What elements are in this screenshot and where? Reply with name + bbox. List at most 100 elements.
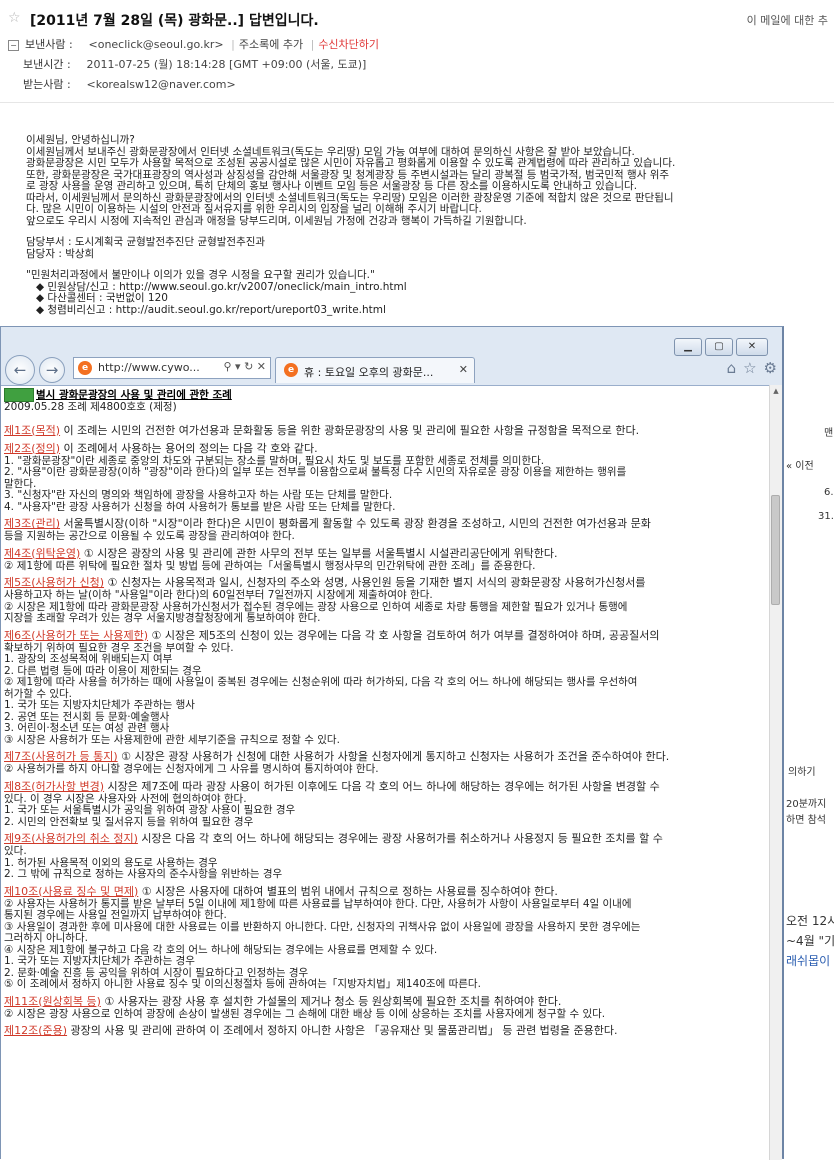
vertical-scrollbar[interactable]: ▲ [769, 385, 782, 1160]
article-first-line: 제7조(사용허가 등 통지) ① 시장은 광장 사용허가 신청에 대한 사용허가… [4, 749, 771, 764]
refresh-icon[interactable]: ↻ [244, 360, 253, 373]
address-bar[interactable]: e http://www.cywo... ⚲ ▾ ↻ ✕ [73, 357, 271, 379]
mail-body: 이세원님, 안녕하십니까? 이세원님께서 보내주신 광화문광장에서 인터넷 소셜… [26, 134, 826, 317]
time-row: 보낸시간 : 2011-07-25 (월) 18:14:28 [GMT +09:… [23, 56, 366, 74]
star-icon[interactable]: ☆ [8, 10, 21, 26]
scroll-up-icon[interactable]: ▲ [770, 385, 782, 397]
maximize-icon[interactable]: ▢ [705, 338, 733, 356]
side-fragment: ~4월 "기 [786, 934, 834, 948]
article-block: 제12조(준용) 광장의 사용 및 관리에 관하여 이 조례에서 정하지 아니한… [4, 1023, 771, 1038]
minimize-icon[interactable]: ▁ [674, 338, 702, 356]
bullet-line[interactable]: ◆ 청렴비리신고 : http://audit.seoul.go.kr/repo… [26, 304, 826, 317]
article-line: 3. 어린이·청소년 또는 여성 관련 행사 [4, 722, 170, 734]
article-block: 제3조(관리) 서울특별시장(이하 "시장"이라 한다)은 시민이 평화롭게 활… [4, 516, 771, 543]
article-text: ① 사용자는 광장 사용 후 설치한 가설물의 제거나 청소 등 원상회복에 필… [100, 994, 562, 1008]
tab-close-icon[interactable]: ✕ [459, 363, 468, 376]
article-title-link[interactable]: 제11조(원상회복 등) [4, 995, 101, 1008]
back-icon[interactable]: ← [5, 355, 35, 385]
mail-body-line: 이세원님, 안녕하십니까? [26, 134, 135, 146]
article-title-link[interactable]: 제7조(사용허가 등 통지) [4, 750, 118, 763]
doc-subtitle: 2009.05.28 조례 제4800호호 (제정) [4, 401, 177, 413]
favorites-star-icon[interactable]: ☆ [743, 359, 756, 377]
address-text[interactable]: http://www.cywo... [98, 361, 200, 374]
side-fragment: 20분까지 [786, 799, 827, 810]
sent-time: 2011-07-25 (월) 18:14:28 [GMT +09:00 (서울,… [86, 58, 367, 71]
doc-title-row: 별시 광화문광장의 사용 및 관리에 관한 조례 [4, 388, 771, 402]
article-text: 서울특별시장(이하 "시장"이라 한다)은 시민이 평화롭게 활동할 수 있도록… [60, 517, 651, 530]
dropdown-icon[interactable]: ▾ [235, 360, 241, 373]
gear-icon[interactable]: ⚙ [764, 359, 777, 377]
article-line: ③ 시장은 사용허가 또는 사용제한에 관한 세부기준을 규칙으로 정할 수 있… [4, 733, 340, 746]
tab-favicon: e [284, 363, 298, 377]
doc-title: 별시 광화문광장의 사용 및 관리에 관한 조례 [36, 389, 232, 401]
forward-icon[interactable]: → [39, 357, 65, 383]
side-fragment: 6. [824, 487, 834, 498]
article-line: 1. 광장의 조성목적에 위배되는지 여부 [4, 653, 173, 665]
article-title-link[interactable]: 제5조(사용허가 신청) [4, 576, 104, 589]
article-block: 제2조(정의) 이 조례에서 사용하는 용어의 정의는 다음 각 호와 같다. 1… [4, 441, 771, 514]
article-first-line: 제9조(사용허가의 취소 정지) 시장은 다음 각 호의 어느 하나에 해당되는… [4, 831, 771, 846]
block-sender-link[interactable]: 수신차단하기 [318, 38, 379, 51]
article-text: ① 신청자는 사용목적과 일시, 신청자의 주소와 성명, 사용인원 등을 기재… [104, 576, 646, 589]
subject-row: ☆ [2011년 7월 28일 (목) 광화문..] 답변입니다. 이 메일에 … [8, 9, 828, 31]
article-block: 제5조(사용허가 신청) ① 신청자는 사용목적과 일시, 신청자의 주소와 성… [4, 575, 771, 625]
side-fragment: 맨 [824, 428, 834, 439]
article-title-link[interactable]: 제2조(정의) [4, 442, 60, 455]
address-buttons: ⚲ ▾ ↻ ✕ [223, 360, 266, 373]
article-title-link[interactable]: 제10조(사용료 징수 및 면제) [4, 885, 138, 898]
sender-row: − 보낸사람 : <oneclick@seoul.go.kr> | 주소록에 추가 … [8, 36, 379, 54]
mail-body-line: 로 광장 사용을 운영 관리하고 있으며, 특히 단체의 홍보 행사나 이벤트 … [26, 180, 638, 192]
article-title-link[interactable]: 제9조(사용허가의 취소 정지) [4, 832, 138, 845]
navigation-bar: ← → e http://www.cywo... ⚲ ▾ ↻ ✕ e 휴 : 토… [1, 355, 783, 387]
article-text: 시장은 다음 각 호의 어느 하나에 해당되는 경우에는 광장 사용허가를 취소… [137, 832, 663, 845]
close-icon[interactable]: ✕ [736, 338, 768, 356]
article-line: 등을 지원하는 공간으로 이용될 수 있도록 광장을 관리하여야 한다. [4, 530, 295, 542]
tab-active[interactable]: e 휴 : 토요일 오후의 광화문... ✕ [275, 357, 475, 383]
article-text: 시장은 제7조에 따라 광장 사용이 허가된 이후에도 다음 각 호의 어느 하… [104, 779, 660, 793]
article-title-link[interactable]: 제4조(위탁운영) [4, 547, 80, 560]
article-block: 제11조(원상회복 등) ① 사용자는 광장 사용 후 설치한 가설물의 제거나… [4, 994, 771, 1021]
article-title-link[interactable]: 제8조(허가사항 변경) [4, 780, 104, 793]
article-first-line: 제12조(준용) 광장의 사용 및 관리에 관하여 이 조례에서 정하지 아니한… [4, 1023, 771, 1038]
time-label: 보낸시간 : [23, 58, 71, 71]
article-title-link[interactable]: 제1조(목적) [4, 424, 60, 437]
article-text: 이 조례는 시민의 건전한 여가선용과 문화활동 등을 위한 광화문광장의 사용… [60, 423, 640, 437]
page-content: 별시 광화문광장의 사용 및 관리에 관한 조례 2009.05.28 조례 제… [1, 385, 771, 1161]
article-block: 제4조(위탁운영) ① 시장은 광장의 사용 및 관리에 관한 사무의 전부 또… [4, 546, 771, 573]
mail-body-line: 광화문광장은 시민 모두가 사용할 목적으로 조성된 공공시설로 많은 시민이 … [26, 157, 676, 169]
person-line: 담당자 : 박상희 [26, 247, 95, 260]
reply-about-mail-link[interactable]: 이 메일에 대한 추 [747, 12, 828, 28]
article-title-link[interactable]: 제3조(관리) [4, 517, 60, 530]
article-title-link[interactable]: 제6조(사용허가 또는 사용제한) [4, 629, 148, 642]
ie-logo-icon: e [78, 361, 92, 375]
sender-address[interactable]: <oneclick@seoul.go.kr> [89, 38, 224, 51]
article-first-line: 제4조(위탁운영) ① 시장은 광장의 사용 및 관리에 관한 사무의 전부 또… [4, 546, 771, 561]
article-line: 통지된 경우에는 사용일 전일까지 납부하여야 한다. [4, 909, 227, 921]
stop-icon[interactable]: ✕ [257, 360, 266, 373]
tab-title[interactable]: 휴 : 토요일 오후의 광화문... [304, 364, 433, 380]
plugin-icon[interactable] [4, 388, 34, 402]
search-icon[interactable]: ⚲ [223, 360, 231, 373]
article-line: 2. "사용"이란 광화문광장(이하 "광장"이라 한다)의 일부 또는 전부를… [4, 466, 627, 478]
window-controls: ▁ ▢ ✕ [671, 334, 768, 356]
article-line: 3. "신청자"란 자신의 명의와 책임하에 광장을 사용하고자 하는 사람 또… [4, 489, 393, 501]
article-block: 제6조(사용허가 또는 사용제한) ① 시장은 제5조의 신청이 있는 경우에는… [4, 628, 771, 747]
collapse-icon[interactable]: − [8, 39, 19, 51]
article-line: 1. 국가 또는 서울특별시가 공익을 위하여 광장 사용이 필요한 경우 [4, 804, 296, 816]
scroll-thumb[interactable] [771, 495, 780, 605]
article-title-link[interactable]: 제12조(준용) [4, 1024, 67, 1037]
article-block: 제9조(사용허가의 취소 정지) 시장은 다음 각 호의 어느 하나에 해당되는… [4, 831, 771, 881]
article-list: 제1조(목적) 이 조례는 시민의 건전한 여가선용과 문화활동 등을 위한 광… [4, 423, 771, 1039]
article-line: ⑤ 이 조례에서 정하지 아니한 사용료 징수 및 이의신청절차 등에 관하여는… [4, 978, 481, 990]
add-contact-link[interactable]: 주소록에 추가 [239, 38, 303, 51]
mail-body-line: 앞으로도 우리시 시정에 지속적인 관심과 애정을 당부드리며, 이세원님 가정… [26, 214, 527, 227]
article-text: ① 시장은 광장 사용허가 신청에 대한 사용허가 사항을 신청자에게 통지하고… [117, 750, 670, 763]
rights-line: "민원처리과정에서 불만이나 이의가 있을 경우 시정을 요구할 권리가 있습니… [26, 269, 375, 281]
mail-subject: [2011년 7월 28일 (목) 광화문..] 답변입니다. [30, 13, 319, 29]
prev-link[interactable]: « 이전 [786, 457, 814, 472]
article-line: 2. 그 밖에 규칙으로 정하는 사용자의 준수사항을 위반하는 경우 [4, 868, 283, 880]
to-row: 받는사람 : <korealsw12@naver.com> [23, 76, 236, 94]
side-fragment: 의하기 [788, 767, 816, 778]
home-icon[interactable]: ⌂ [727, 359, 737, 377]
article-block: 제10조(사용료 징수 및 면제) ① 시장은 사용자에 대하여 별표의 범위 … [4, 884, 771, 991]
